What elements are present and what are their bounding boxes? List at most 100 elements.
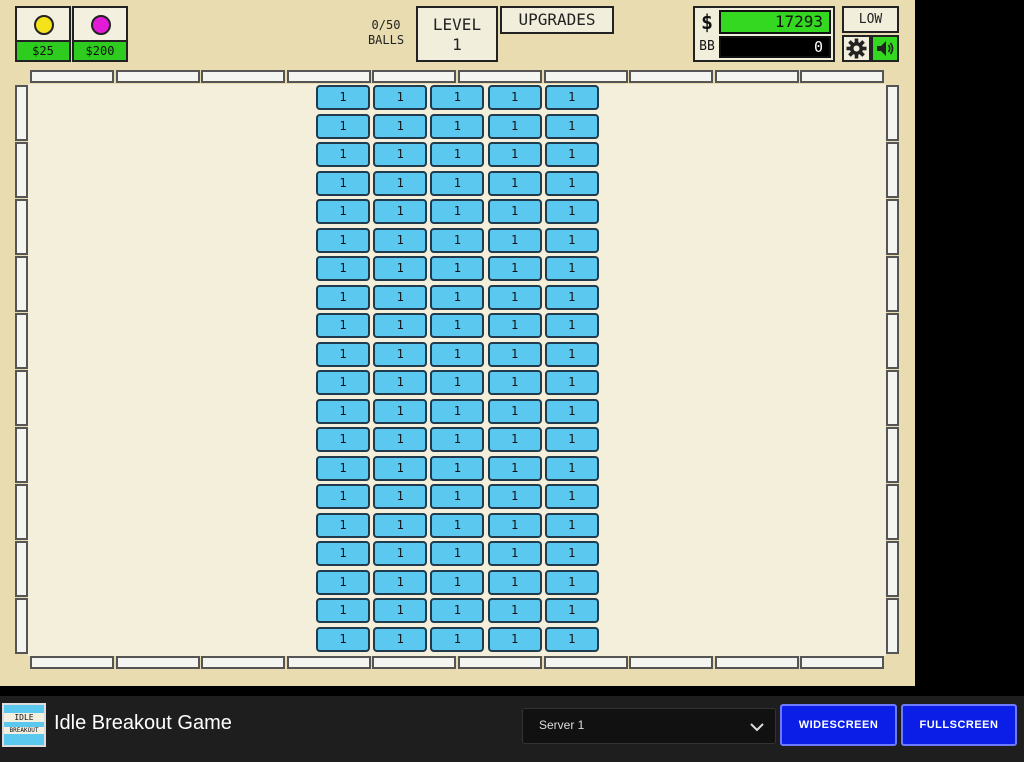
brick[interactable]: 1 [373, 170, 428, 196]
brick[interactable]: 1 [316, 569, 370, 595]
brick[interactable]: 1 [487, 455, 542, 481]
upgrades-button[interactable]: UPGRADES [500, 6, 614, 34]
brick[interactable]: 1 [487, 626, 542, 652]
brick[interactable]: 1 [430, 484, 485, 509]
brick[interactable]: 1 [316, 455, 370, 481]
brick[interactable]: 1 [316, 313, 370, 338]
brick[interactable]: 1 [487, 341, 542, 367]
brick[interactable]: 1 [487, 569, 542, 595]
brick[interactable]: 1 [487, 484, 542, 509]
brick[interactable]: 1 [316, 227, 370, 253]
fullscreen-button[interactable]: FULLSCREEN [901, 704, 1017, 746]
brick[interactable]: 1 [430, 398, 485, 424]
widescreen-button[interactable]: WIDESCREEN [780, 704, 897, 746]
brick[interactable]: 1 [316, 284, 370, 310]
brick[interactable]: 1 [544, 370, 599, 395]
brick[interactable]: 1 [487, 85, 542, 110]
brick[interactable]: 1 [544, 256, 599, 281]
brick[interactable]: 1 [487, 398, 542, 424]
brick[interactable]: 1 [487, 227, 542, 253]
brick[interactable]: 1 [430, 256, 485, 281]
brick[interactable]: 1 [487, 284, 542, 310]
brick[interactable]: 1 [487, 541, 542, 566]
game-thumbnail[interactable]: IDLE BREAKOUT [2, 703, 46, 747]
brick[interactable]: 1 [316, 170, 370, 196]
brick[interactable]: 1 [487, 199, 542, 224]
brick[interactable]: 1 [373, 484, 428, 509]
brick[interactable]: 1 [430, 569, 485, 595]
brick[interactable]: 1 [544, 170, 599, 196]
settings-button[interactable] [842, 35, 871, 62]
brick[interactable]: 1 [544, 227, 599, 253]
brick[interactable]: 1 [316, 598, 370, 623]
brick[interactable]: 1 [487, 370, 542, 395]
brick[interactable]: 1 [316, 256, 370, 281]
brick[interactable]: 1 [430, 541, 485, 566]
brick[interactable]: 1 [544, 85, 599, 110]
brick[interactable]: 1 [373, 113, 428, 139]
brick[interactable]: 1 [544, 484, 599, 509]
brick[interactable]: 1 [316, 199, 370, 224]
brick[interactable]: 1 [316, 398, 370, 424]
buy-plasma-ball-button[interactable]: $200 [72, 6, 128, 62]
sound-toggle-button[interactable] [871, 35, 899, 62]
brick[interactable]: 1 [544, 284, 599, 310]
brick[interactable]: 1 [316, 113, 370, 139]
brick[interactable]: 1 [373, 598, 428, 623]
brick[interactable]: 1 [544, 455, 599, 481]
brick[interactable]: 1 [430, 85, 485, 110]
brick[interactable]: 1 [373, 284, 428, 310]
brick[interactable]: 1 [544, 398, 599, 424]
brick[interactable]: 1 [373, 313, 428, 338]
brick[interactable]: 1 [487, 427, 542, 452]
brick[interactable]: 1 [316, 626, 370, 652]
brick[interactable]: 1 [316, 341, 370, 367]
brick[interactable]: 1 [373, 370, 428, 395]
brick[interactable]: 1 [373, 227, 428, 253]
brick[interactable]: 1 [430, 626, 485, 652]
brick[interactable]: 1 [430, 370, 485, 395]
brick[interactable]: 1 [544, 626, 599, 652]
brick[interactable]: 1 [544, 427, 599, 452]
brick[interactable]: 1 [430, 341, 485, 367]
brick[interactable]: 1 [487, 170, 542, 196]
brick[interactable]: 1 [316, 85, 370, 110]
server-select[interactable]: Server 1 [522, 708, 776, 744]
brick[interactable]: 1 [373, 569, 428, 595]
brick[interactable]: 1 [487, 142, 542, 167]
brick[interactable]: 1 [430, 199, 485, 224]
brick[interactable]: 1 [487, 113, 542, 139]
brick[interactable]: 1 [430, 455, 485, 481]
brick[interactable]: 1 [544, 341, 599, 367]
brick[interactable]: 1 [316, 427, 370, 452]
brick[interactable]: 1 [430, 284, 485, 310]
brick[interactable]: 1 [373, 398, 428, 424]
brick[interactable]: 1 [544, 142, 599, 167]
brick[interactable]: 1 [373, 341, 428, 367]
brick[interactable]: 1 [487, 313, 542, 338]
brick[interactable]: 1 [544, 113, 599, 139]
brick[interactable]: 1 [487, 512, 542, 538]
brick[interactable]: 1 [373, 142, 428, 167]
brick[interactable]: 1 [430, 313, 485, 338]
brick[interactable]: 1 [373, 199, 428, 224]
brick[interactable]: 1 [544, 569, 599, 595]
brick[interactable]: 1 [430, 598, 485, 623]
brick[interactable]: 1 [487, 598, 542, 623]
brick[interactable]: 1 [373, 256, 428, 281]
brick[interactable]: 1 [544, 541, 599, 566]
brick[interactable]: 1 [487, 256, 542, 281]
brick[interactable]: 1 [316, 142, 370, 167]
brick[interactable]: 1 [316, 512, 370, 538]
brick[interactable]: 1 [373, 427, 428, 452]
quality-toggle-button[interactable]: LOW [842, 6, 899, 33]
brick[interactable]: 1 [373, 626, 428, 652]
brick[interactable]: 1 [316, 484, 370, 509]
brick[interactable]: 1 [430, 170, 485, 196]
brick[interactable]: 1 [430, 227, 485, 253]
brick[interactable]: 1 [373, 512, 428, 538]
brick[interactable]: 1 [544, 598, 599, 623]
brick[interactable]: 1 [544, 199, 599, 224]
game-canvas[interactable]: $25 $200 0/50 BALLS LEVEL 1 UPGRADES $ 1… [0, 0, 915, 686]
brick[interactable]: 1 [373, 85, 428, 110]
